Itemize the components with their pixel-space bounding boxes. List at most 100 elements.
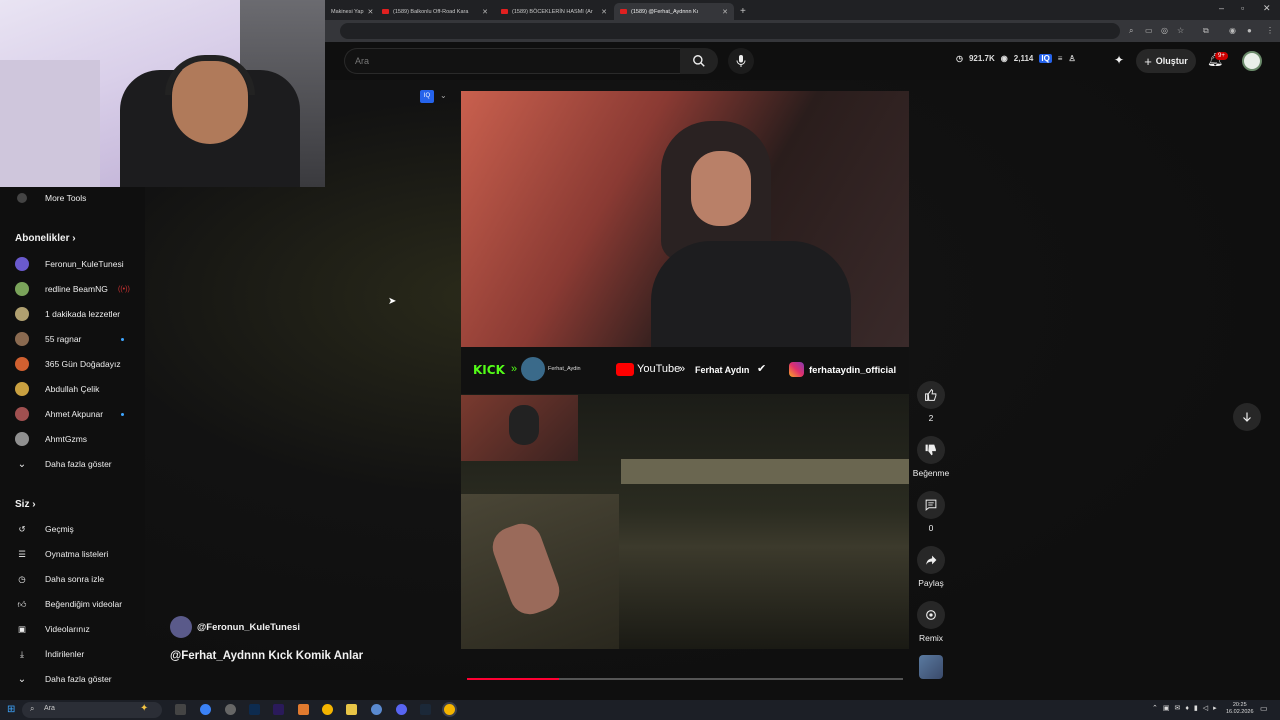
- taskbar-clock[interactable]: 20:25 16.02.2026: [1226, 702, 1254, 716]
- app-icon[interactable]: [371, 704, 382, 715]
- extensions-icon[interactable]: ⧉: [1203, 26, 1209, 36]
- chrome-icon[interactable]: [322, 704, 333, 715]
- windows-start-icon[interactable]: ⊞: [7, 704, 15, 715]
- photoshop-icon[interactable]: [249, 704, 260, 715]
- channel-link[interactable]: @Feronun_KuleTunesi: [170, 616, 300, 638]
- sidebar-subscription[interactable]: Abdullah Çelik: [0, 379, 145, 399]
- create-button[interactable]: + Oluştur: [1136, 49, 1196, 73]
- profile-icon[interactable]: ◉: [1229, 26, 1236, 35]
- minimize-icon[interactable]: –: [1219, 3, 1224, 13]
- sidebar-subscription[interactable]: 1 dakikada lezzetler: [0, 304, 145, 324]
- video-frame-top: [461, 91, 909, 347]
- iq-extension-icon[interactable]: IQ: [1039, 54, 1052, 63]
- url-field[interactable]: [340, 23, 1120, 39]
- search-input[interactable]: Ara: [344, 48, 680, 74]
- sidebar-item-your-videos[interactable]: ▣ Videolarınız: [0, 619, 145, 639]
- notification-center-icon[interactable]: ▭: [1260, 704, 1268, 713]
- sound-thumbnail[interactable]: [919, 655, 943, 679]
- views-icon: ◷: [956, 54, 963, 63]
- kick-username: Ferhat_Aydin: [548, 366, 581, 372]
- sidebar-item-liked-videos[interactable]: 👍︎ Beğendiğim videolar: [0, 594, 145, 614]
- close-icon[interactable]: ✕: [364, 8, 374, 16]
- browser-tab-active[interactable]: (1589) @Ferhat_Aydnnn Kı ✕: [614, 3, 734, 20]
- streamer-hoodie: [651, 241, 851, 347]
- subscription-name: 55 ragnar: [45, 334, 82, 344]
- account-dot-icon[interactable]: ●: [1247, 26, 1252, 35]
- sidebar-item-label: İndirilenler: [45, 649, 85, 659]
- close-icon[interactable]: ✕: [478, 8, 488, 16]
- iq-extension-icon[interactable]: IQ: [420, 90, 434, 103]
- app-icon[interactable]: [298, 704, 309, 715]
- discord-icon[interactable]: [396, 704, 407, 715]
- search-button[interactable]: [680, 48, 718, 74]
- tab-title: Makinesi Yap: [331, 8, 364, 15]
- show-more-subscriptions[interactable]: ⌄ Daha fazla göster: [0, 454, 145, 474]
- like-button[interactable]: 2: [914, 381, 948, 423]
- queue-icon[interactable]: ≡: [1058, 54, 1063, 63]
- sidebar-item-playlists[interactable]: ☰ Oynatma listeleri: [0, 544, 145, 564]
- chevron-double-icon: »: [511, 363, 518, 375]
- file-explorer-icon[interactable]: [346, 704, 357, 715]
- chevron-double-icon: »: [679, 363, 686, 375]
- steam-icon[interactable]: [420, 704, 431, 715]
- clock-date: 16.02.2026: [1226, 709, 1254, 715]
- award-icon[interactable]: ♙: [1068, 54, 1075, 63]
- premiere-icon[interactable]: [273, 704, 284, 715]
- cast-icon[interactable]: ▭: [1145, 26, 1153, 35]
- sidebar-subscription[interactable]: 55 ragnar: [0, 329, 145, 349]
- maximize-icon[interactable]: ▫: [1241, 3, 1244, 13]
- system-tray-icons[interactable]: ⌃▣✉♦▮◁▸: [1152, 704, 1222, 712]
- subscriptions-heading[interactable]: Abonelikler ›: [15, 233, 76, 244]
- thumbs-up-icon: 👍︎: [17, 598, 27, 609]
- app-icon[interactable]: [225, 704, 236, 715]
- channel-avatar: [170, 616, 192, 638]
- eye-off-icon[interactable]: ◎: [1161, 26, 1168, 35]
- zoom-icon[interactable]: ⌕: [1129, 26, 1133, 36]
- browser-tab[interactable]: (1589) Balkonlu Off-Road Kara ✕: [376, 3, 494, 20]
- browser-tab[interactable]: Makinesi Yap ✕: [325, 3, 375, 20]
- sidebar-item-label: Daha fazla göster: [45, 459, 112, 469]
- show-more-you[interactable]: ⌄ Daha fazla göster: [0, 669, 145, 689]
- edge-icon[interactable]: [200, 704, 211, 715]
- sidebar-subscription[interactable]: Ahmet Akpunar: [0, 404, 145, 424]
- chrome-active-icon[interactable]: [444, 704, 455, 715]
- stats-bar: ◷ 921.7K ◉ 2,114 IQ ≡ ♙: [956, 54, 1076, 63]
- you-heading[interactable]: Siz ›: [15, 499, 36, 510]
- sidebar-subscription[interactable]: 365 Gün Doğadayız: [0, 354, 145, 374]
- mouse-cursor-icon: ➤: [388, 296, 397, 307]
- dislike-button[interactable]: Beğenme: [909, 436, 953, 478]
- chevron-down-icon[interactable]: ⌄: [440, 91, 447, 100]
- voice-search-button[interactable]: [728, 48, 754, 74]
- sidebar-item-watch-later[interactable]: ◷ Daha sonra izle: [0, 569, 145, 589]
- task-view-icon[interactable]: [175, 704, 186, 715]
- sidebar-item-history[interactable]: ↺ Geçmiş: [0, 519, 145, 539]
- upload-helper-icon[interactable]: ✦: [1114, 53, 1124, 67]
- thumbs-up-icon: [925, 388, 937, 401]
- sidebar-subscription[interactable]: AhmtGzms: [0, 429, 145, 449]
- remix-button[interactable]: Remix: [914, 601, 948, 643]
- sidebar-subscription[interactable]: Feronun_KuleTunesi: [0, 254, 145, 274]
- sidebar-item-more-tools[interactable]: More Tools: [0, 188, 145, 208]
- menu-icon[interactable]: ⋮: [1266, 26, 1274, 35]
- avatar[interactable]: [1242, 51, 1262, 71]
- avatar: [15, 407, 29, 421]
- tab-title: (1589) @Ferhat_Aydnnn Kı: [631, 8, 699, 15]
- next-video-button[interactable]: [1233, 403, 1261, 431]
- star-icon[interactable]: ☆: [1177, 26, 1184, 35]
- like-count: 2: [928, 413, 934, 423]
- microphone-icon: [736, 55, 746, 67]
- streamer-face: [691, 151, 751, 226]
- new-tab-button[interactable]: +: [734, 3, 750, 20]
- copilot-icon[interactable]: ✦: [140, 703, 148, 714]
- youtube-wordmark: YouTube: [637, 363, 681, 375]
- comments-button[interactable]: 0: [914, 491, 948, 533]
- share-button[interactable]: Paylaş: [914, 546, 948, 588]
- sidebar-item-label: Daha sonra izle: [45, 574, 105, 584]
- shorts-video-player[interactable]: KICK » Ferhat_Aydin YouTube » Ferhat Ayd…: [461, 91, 909, 649]
- browser-tab[interactable]: (1589) BÖCEKLERİN HASMI (Ar ✕: [495, 3, 613, 20]
- close-window-icon[interactable]: ✕: [1263, 3, 1271, 14]
- sidebar-subscription[interactable]: redline BeamNG ((•)): [0, 279, 145, 299]
- close-icon[interactable]: ✕: [718, 8, 728, 16]
- close-icon[interactable]: ✕: [597, 8, 607, 16]
- sidebar-item-downloads[interactable]: ⤓ İndirilenler: [0, 644, 145, 664]
